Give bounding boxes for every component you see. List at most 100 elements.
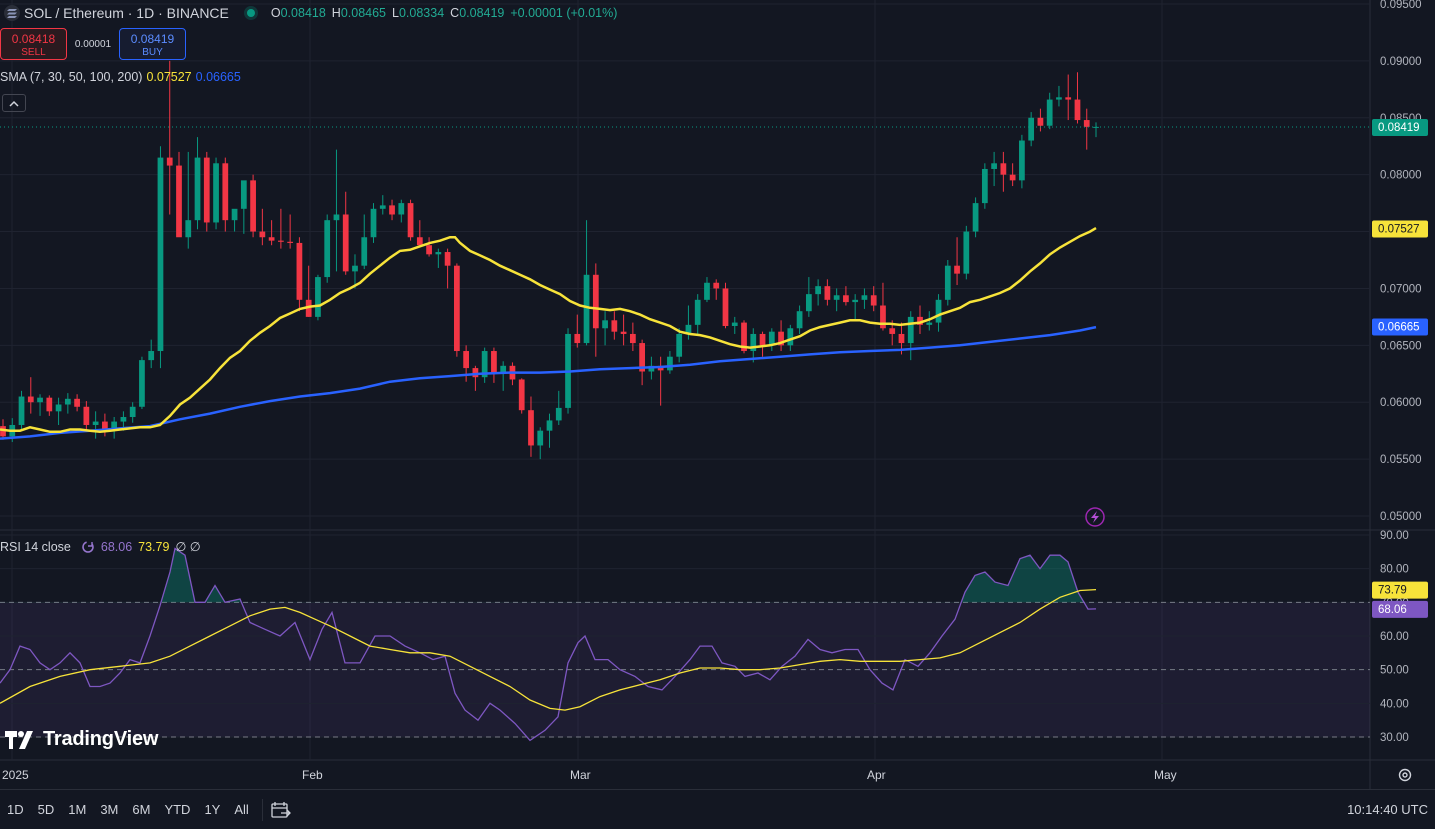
candle-body — [55, 404, 62, 412]
time-axis-label: Mar — [570, 768, 591, 782]
ohlc-key-L: L — [392, 6, 399, 20]
candle-body — [46, 397, 53, 412]
chevron-up-icon — [9, 100, 19, 107]
price-tick-label: 0.06500 — [1380, 340, 1422, 352]
range-1y[interactable]: 1Y — [204, 802, 220, 817]
refresh-icon[interactable] — [81, 540, 95, 554]
market-status-dot[interactable] — [246, 9, 255, 17]
ohlc-value-change: +0.00001 (+0.01%) — [510, 6, 618, 20]
candle-body — [1037, 117, 1044, 126]
candle-body — [389, 205, 395, 215]
settings-gear-icon[interactable] — [1397, 767, 1413, 783]
candle-body — [574, 333, 581, 344]
candle-body — [139, 360, 145, 407]
candle-body — [796, 311, 803, 329]
candle-body — [546, 420, 553, 431]
solana-logo-icon — [4, 5, 20, 21]
candle-body — [18, 396, 25, 425]
candle-body — [83, 406, 90, 425]
candle-body — [157, 157, 164, 352]
candle-body — [991, 163, 997, 169]
buy-label: BUY — [142, 47, 163, 58]
candle-body — [667, 356, 673, 371]
candle-body — [731, 322, 738, 326]
candle-body — [713, 282, 720, 289]
tradingview-logo[interactable]: TradingView — [5, 728, 158, 751]
candle-body — [676, 333, 683, 357]
candle-body — [759, 333, 766, 346]
price-tick-label: 0.09000 — [1380, 56, 1422, 68]
buy-price: 0.08419 — [130, 32, 175, 46]
candle-body — [203, 157, 210, 223]
sma-slow-price-label: 0.06665 — [1378, 322, 1420, 334]
candle-body — [1083, 120, 1090, 127]
range-1d[interactable]: 1D — [7, 802, 24, 817]
candle-body — [620, 331, 627, 334]
ohlc-key-H: H — [331, 6, 341, 20]
candle-body — [240, 180, 247, 209]
candle-body — [213, 163, 219, 223]
candle-body — [944, 265, 951, 300]
candle-body — [870, 295, 877, 306]
rsi-ma-price-label: 73.79 — [1378, 585, 1407, 597]
sell-button[interactable]: 0.08418 SELL — [0, 28, 67, 60]
chart-canvas[interactable]: 0.095000.090000.085000.080000.075000.070… — [0, 0, 1435, 789]
candle-body — [954, 265, 960, 274]
candle-body — [528, 410, 534, 446]
candle-body — [454, 265, 460, 352]
range-1m[interactable]: 1M — [68, 802, 86, 817]
candle-body — [333, 214, 340, 221]
ohlc-value-L: 0.08334 — [398, 6, 445, 20]
collapse-legend-button[interactable] — [2, 94, 26, 112]
ohlc-values: O0.08418 H0.08465 L0.08334 C0.08419 +0.00001… — [271, 6, 624, 20]
sma-value-fast: 0.07527 — [146, 70, 192, 84]
date-range-calendar-icon[interactable] — [271, 801, 291, 819]
rsi-tick-label: 80.00 — [1380, 564, 1409, 576]
candle-body — [278, 240, 284, 242]
candle-body — [268, 237, 275, 241]
candle-body — [907, 316, 914, 344]
range-ytd[interactable]: YTD — [164, 802, 190, 817]
spread-value: 0.00001 — [74, 38, 112, 50]
candle-body — [787, 328, 794, 346]
chart-header: SOL / Ethereum · 1D · BINANCE O0.08418 H0… — [0, 0, 623, 26]
rsi-tick-label: 30.00 — [1380, 732, 1409, 744]
candle-body — [361, 237, 368, 266]
sma-fast-price-label: 0.07527 — [1378, 223, 1420, 235]
buy-button[interactable]: 0.08419 BUY — [119, 28, 186, 60]
ohlc-value-O: 0.08418 — [280, 6, 326, 20]
candle-body — [1000, 163, 1007, 175]
trade-panel: 0.08418 SELL 0.00001 0.08419 BUY — [0, 28, 186, 60]
rsi-legend[interactable]: RSI 14 close 68.06 73.79 ∅ ∅ — [0, 539, 201, 555]
range-3m[interactable]: 3M — [100, 802, 118, 817]
candle-body — [1065, 97, 1072, 100]
ohlc-key-C: C — [450, 6, 460, 20]
range-all[interactable]: All — [234, 802, 248, 817]
candle-body — [37, 397, 43, 403]
candle-body — [722, 288, 729, 326]
candle-body — [852, 299, 859, 303]
candle-body — [129, 406, 136, 418]
candle-body — [352, 265, 358, 272]
tradingview-logo-icon — [5, 730, 33, 749]
range-5d[interactable]: 5D — [38, 802, 55, 817]
time-axis-label: Apr — [867, 768, 886, 782]
clock-utc[interactable]: 10:14:40 UTC — [1347, 802, 1428, 817]
price-tick-label: 0.06000 — [1380, 397, 1422, 409]
toolbar-divider — [261, 798, 263, 821]
candle-body — [815, 286, 821, 295]
symbol-title[interactable]: SOL / Ethereum · 1D · BINANCE — [24, 5, 229, 21]
time-axis-label: 2025 — [2, 768, 29, 782]
candle-body — [963, 231, 970, 274]
range-6m[interactable]: 6M — [132, 802, 150, 817]
time-axis-label: May — [1154, 768, 1177, 782]
sma-legend[interactable]: SMA (7, 30, 50, 100, 200) 0.07527 0.06665 — [0, 70, 241, 84]
candle-body — [259, 231, 266, 238]
candle-body — [194, 157, 201, 221]
last-price-label: 0.08419 — [1378, 122, 1420, 134]
candle-body — [981, 168, 988, 204]
candle-body — [833, 295, 840, 300]
candle-body — [1028, 117, 1035, 141]
rsi-tick-label: 40.00 — [1380, 698, 1409, 710]
candle-body — [176, 165, 182, 238]
